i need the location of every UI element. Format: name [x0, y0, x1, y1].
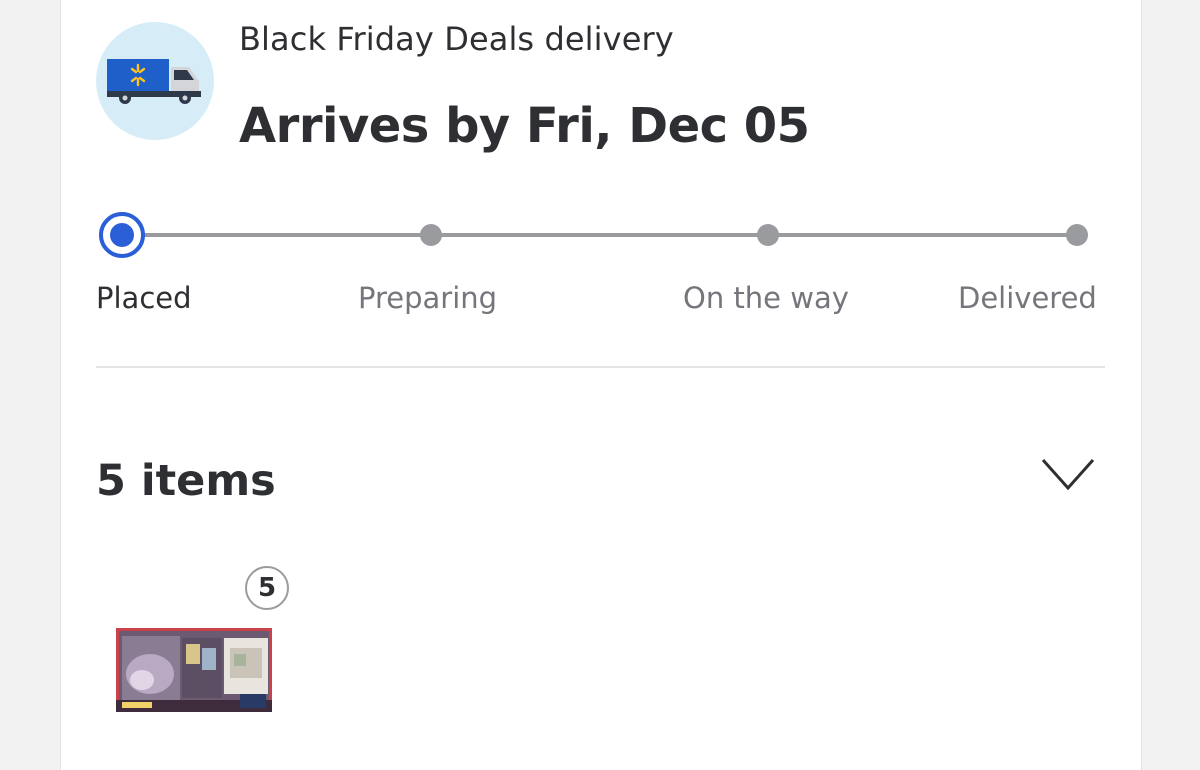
step-dot-preparing	[420, 224, 442, 246]
step-label-preparing: Preparing	[358, 281, 498, 315]
step-dot-delivered	[1066, 224, 1088, 246]
delivery-type-label: Black Friday Deals delivery	[239, 20, 674, 58]
quantity-badge: 5	[245, 566, 289, 610]
product-thumbnail[interactable]	[116, 628, 272, 716]
section-divider	[96, 366, 1105, 368]
step-dot-on-the-way	[757, 224, 779, 246]
items-count-heading[interactable]: 5 items	[96, 456, 276, 506]
chevron-down-icon[interactable]	[1040, 456, 1096, 496]
step-label-placed: Placed	[96, 281, 192, 315]
delivery-truck-icon	[96, 22, 214, 140]
progress-track	[122, 233, 1078, 237]
step-label-on-the-way: On the way	[683, 281, 849, 315]
step-dot-placed	[99, 212, 145, 258]
arrival-date-heading: Arrives by Fri, Dec 05	[239, 98, 810, 154]
step-label-delivered: Delivered	[958, 281, 1097, 315]
